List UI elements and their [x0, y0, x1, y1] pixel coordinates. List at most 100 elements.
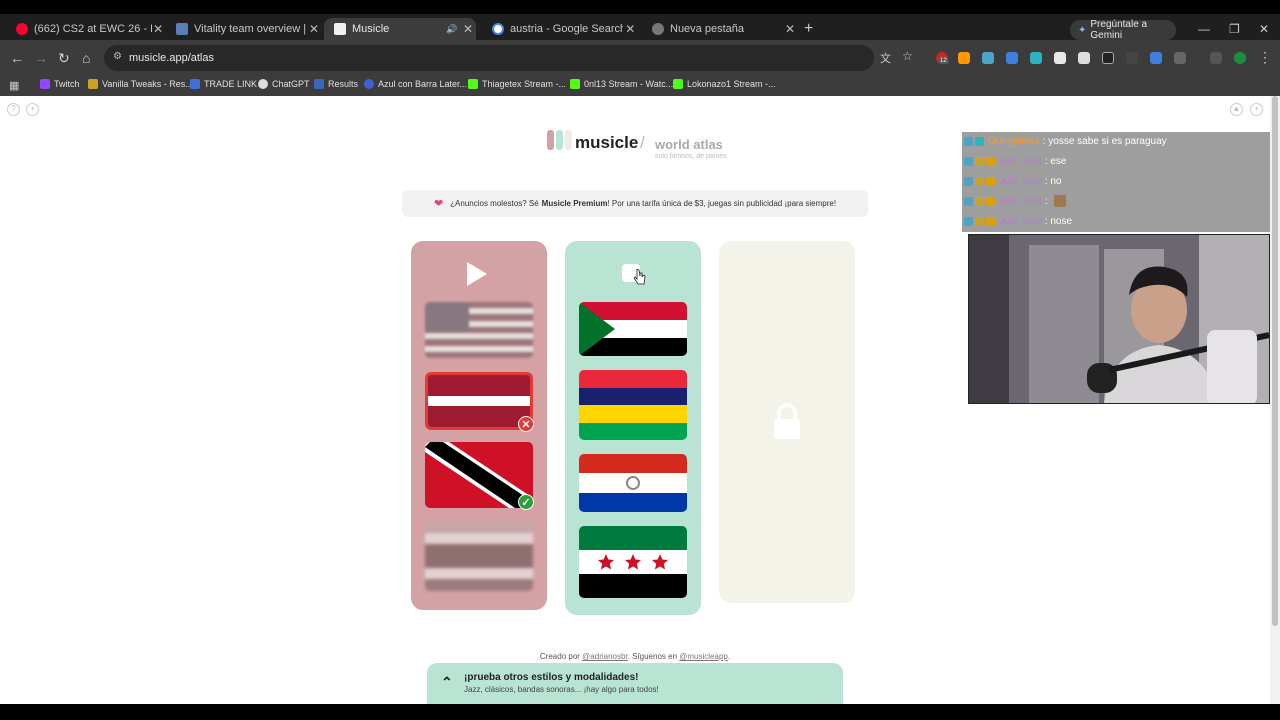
badge-icon	[975, 196, 984, 206]
account-icon[interactable]: •	[1250, 103, 1263, 116]
sudan-flag[interactable]	[579, 302, 687, 356]
promo-title: ¡prueba otros estilos y modalidades!	[464, 672, 639, 683]
bookmarks-bar: ▦ Twitch Vanilla Tweaks - Res... TRADE L…	[0, 76, 1280, 96]
help-icon[interactable]: ?	[7, 103, 20, 116]
crown-icon	[986, 196, 995, 206]
reload-icon[interactable]: ↻	[58, 50, 70, 67]
syria-flag[interactable]	[579, 526, 687, 598]
close-window-icon[interactable]: ✕	[1259, 22, 1269, 36]
bookmark-0nl13[interactable]: 0nl13 Stream - Watc...	[570, 79, 673, 89]
close-tab-icon[interactable]: ✕	[308, 22, 320, 36]
webcam-feed	[968, 234, 1270, 404]
bookmark-results[interactable]: Results	[314, 79, 358, 89]
author-link[interactable]: @adrianosbr	[582, 652, 627, 661]
back-icon[interactable]: ←	[10, 50, 24, 66]
musicle-icon	[334, 23, 346, 35]
close-tab-icon[interactable]: ✕	[152, 22, 164, 36]
extension-badge: 12	[938, 58, 949, 64]
stats-icon[interactable]: ▲	[1230, 103, 1243, 116]
usa-flag[interactable]	[425, 302, 533, 358]
play-icon[interactable]	[465, 261, 489, 287]
promo-subtitle: Jazz, clásicos, bandas sonoras... ¡hay a…	[464, 685, 659, 694]
bookmark-chatgpt[interactable]: ChatGPT	[258, 79, 310, 89]
badge-icon	[975, 176, 984, 186]
chevron-up-icon[interactable]: ⌃	[441, 674, 453, 691]
translate-icon[interactable]: 文	[880, 50, 891, 66]
azul-icon	[364, 79, 374, 89]
wrong-icon: ✕	[518, 416, 534, 432]
badge-icon	[964, 176, 973, 186]
close-tab-icon[interactable]: ✕	[623, 22, 639, 36]
tab-search-icon[interactable]	[1210, 52, 1222, 64]
extension-icon[interactable]	[1150, 52, 1162, 64]
round-column-3-locked	[719, 241, 855, 603]
paraguay-flag[interactable]	[579, 454, 687, 512]
bookmark-azul[interactable]: Azul con Barra Later...	[364, 79, 467, 89]
bookmark-vanilla-tweaks[interactable]: Vanilla Tweaks - Res...	[88, 79, 193, 89]
promo-drawer[interactable]: ⌃ ¡prueba otros estilos y modalidades! J…	[427, 663, 843, 704]
extension-icon[interactable]	[1030, 52, 1042, 64]
minimize-icon[interactable]: —	[1198, 22, 1210, 36]
menu-icon[interactable]: ⋮	[1258, 49, 1272, 66]
extension-icon[interactable]	[1006, 52, 1018, 64]
results-icon	[314, 79, 324, 89]
emote-icon	[1053, 195, 1066, 207]
scrollbar[interactable]	[1270, 96, 1280, 704]
apps-grid-icon[interactable]: ▦	[9, 79, 19, 92]
gemini-button[interactable]: ✦ Pregúntale a Gemini	[1070, 19, 1176, 41]
blurred-flag[interactable]	[425, 521, 533, 591]
url-text: musicle.app/atlas	[129, 52, 214, 64]
speaker-icon[interactable]: 🔊	[444, 24, 460, 35]
logo-slash: /	[640, 133, 645, 152]
tab-youtube[interactable]: (662) CS2 at EWC 26 - Day 5 - C ✕	[6, 18, 164, 40]
tab-musicle[interactable]: Musicle 🔊 ✕	[324, 18, 476, 40]
mode-title: world atlas	[655, 137, 723, 152]
site-info-icon[interactable]: ⚙	[113, 51, 122, 62]
premium-banner[interactable]: ❤ ¿Anuncios molestos? Sé Musicle Premium…	[402, 190, 868, 217]
bookmark-trade-link[interactable]: TRADE LINK	[190, 79, 257, 89]
bookmark-twitch[interactable]: Twitch	[40, 79, 80, 89]
close-tab-icon[interactable]: ✕	[460, 22, 476, 36]
latvia-flag[interactable]	[425, 372, 533, 430]
steam-icon	[190, 79, 200, 89]
extension-icon[interactable]	[1102, 52, 1114, 64]
bookmark-thiagetex[interactable]: Thiagetex Stream -...	[468, 79, 566, 89]
tab-new[interactable]: Nueva pestaña ✕	[642, 18, 798, 40]
badge-icon	[964, 156, 973, 166]
tab-google[interactable]: austria - Google Search ✕	[482, 18, 638, 40]
extensions-puzzle-icon[interactable]	[1174, 52, 1186, 64]
bookmark-lokonazo1[interactable]: Lokonazo1 Stream -...	[673, 79, 776, 89]
social-link[interactable]: @musicleapp	[679, 652, 728, 661]
mode-subtitle: solo himnos, de países	[655, 153, 727, 160]
extension-icon[interactable]	[1054, 52, 1066, 64]
settings-icon[interactable]: •	[26, 103, 39, 116]
forward-icon[interactable]: →	[34, 50, 48, 66]
crown-icon	[986, 216, 995, 226]
play-extension-icon[interactable]	[958, 52, 970, 64]
logo-text[interactable]: musicle	[575, 133, 638, 153]
chat-message: Just_alee : ese	[962, 152, 1270, 170]
tab-hltv[interactable]: Vitality team overview | HLTV.or ✕	[166, 18, 320, 40]
scrollbar-thumb[interactable]	[1272, 96, 1278, 626]
new-tab-button[interactable]: +	[804, 20, 813, 38]
premium-link[interactable]: Musicle Premium	[542, 199, 608, 208]
extension-icon[interactable]	[1078, 52, 1090, 64]
crown-icon	[986, 176, 995, 186]
extension-icon[interactable]	[982, 52, 994, 64]
correct-icon: ✓	[518, 494, 534, 510]
extension-icon[interactable]	[1126, 52, 1138, 64]
stream-chat-overlay: Orangetexx : yosse sabe si es paraguay J…	[962, 132, 1270, 232]
top-border	[0, 0, 1280, 14]
close-tab-icon[interactable]: ✕	[782, 22, 798, 36]
mauritius-flag[interactable]	[579, 370, 687, 440]
badge-icon	[975, 216, 984, 226]
badge-icon	[975, 156, 984, 166]
trinidad-tobago-flag[interactable]	[425, 442, 533, 508]
profile-avatar[interactable]	[1234, 52, 1246, 64]
address-bar[interactable]: ⚙ musicle.app/atlas 文 ☆	[104, 45, 913, 71]
bookmark-star-icon[interactable]: ☆	[902, 49, 913, 63]
restore-icon[interactable]: ❐	[1229, 22, 1240, 36]
youtube-icon	[16, 23, 28, 35]
home-icon[interactable]: ⌂	[82, 50, 90, 66]
bottom-border	[0, 704, 1280, 720]
